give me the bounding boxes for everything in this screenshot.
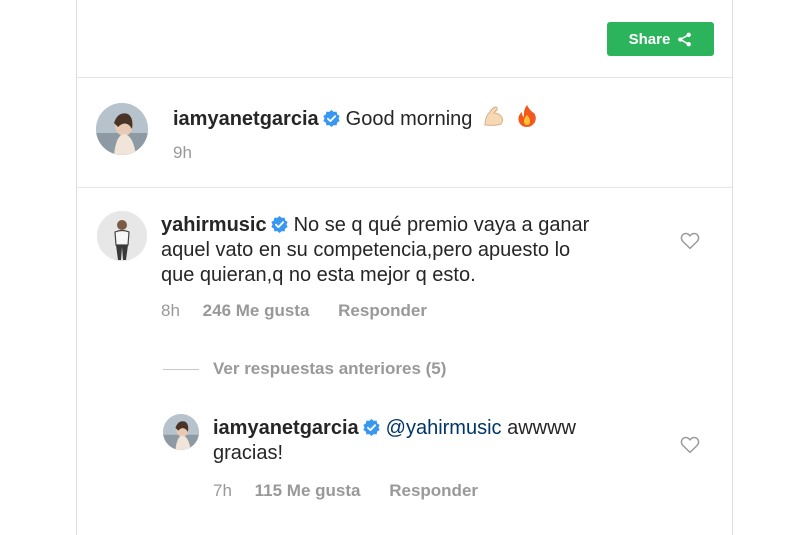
avatar-yahirmusic[interactable]	[97, 211, 147, 261]
comment1-text-line3: que quieran,q no esta mejor q esto.	[161, 264, 476, 286]
reply1-reply-button[interactable]: Responder	[389, 481, 478, 500]
reply1-time: 7h	[213, 481, 232, 500]
reply1-text-line1: awwww	[507, 417, 576, 439]
comment1-time: 8h	[161, 301, 180, 320]
comment1-reply-button[interactable]: Responder	[338, 301, 427, 320]
share-label: Share	[628, 30, 671, 48]
post-text: Good morning	[345, 108, 473, 130]
share-icon	[678, 32, 692, 46]
heart-icon[interactable]	[680, 436, 700, 454]
view-replies-line	[163, 369, 199, 370]
reply1-meta: 7h 115 Me gusta Responder	[213, 481, 478, 501]
header-divider	[77, 77, 732, 78]
comment1-likes[interactable]: 246 Me gusta	[203, 301, 310, 320]
post-caption: iamyanetgarcia Good morning	[173, 104, 538, 131]
comment1-username[interactable]: yahirmusic	[161, 214, 267, 236]
avatar-iamyanetgarcia[interactable]	[96, 103, 148, 155]
reply1-username[interactable]: iamyanetgarcia	[213, 417, 359, 439]
verified-badge-icon	[270, 216, 288, 233]
comment1-text-line2: aquel vato en su competencia,pero apuest…	[161, 239, 571, 261]
post-username[interactable]: iamyanetgarcia	[173, 108, 319, 130]
heart-icon[interactable]	[680, 232, 700, 250]
verified-badge-icon	[322, 110, 340, 127]
flexed-biceps-emoji	[484, 106, 503, 126]
comment1-line1: yahirmusic No se q qué premio vaya a gana…	[161, 214, 589, 237]
caption-divider	[77, 187, 732, 188]
reply1-likes[interactable]: 115 Me gusta	[255, 481, 361, 500]
post-card: Share iamyanetgarcia Good morning 9h yah…	[76, 0, 733, 535]
reply1-mention[interactable]: @yahirmusic	[386, 417, 502, 439]
fire-emoji	[517, 105, 536, 127]
avatar-iamyanetgarcia-reply[interactable]	[163, 414, 199, 450]
comment1-meta: 8h 246 Me gusta Responder	[161, 301, 427, 321]
view-replies-link[interactable]: Ver respuestas anteriores (5)	[213, 359, 446, 379]
share-button[interactable]: Share	[607, 22, 714, 56]
reply1-text-line2: gracias!	[213, 442, 284, 464]
reply1-line1: iamyanetgarcia @yahirmusic awwww	[213, 417, 576, 440]
comment1-text-line1: No se q qué premio vaya a ganar	[293, 214, 590, 236]
verified-badge-icon	[362, 419, 380, 436]
post-time: 9h	[173, 143, 192, 162]
